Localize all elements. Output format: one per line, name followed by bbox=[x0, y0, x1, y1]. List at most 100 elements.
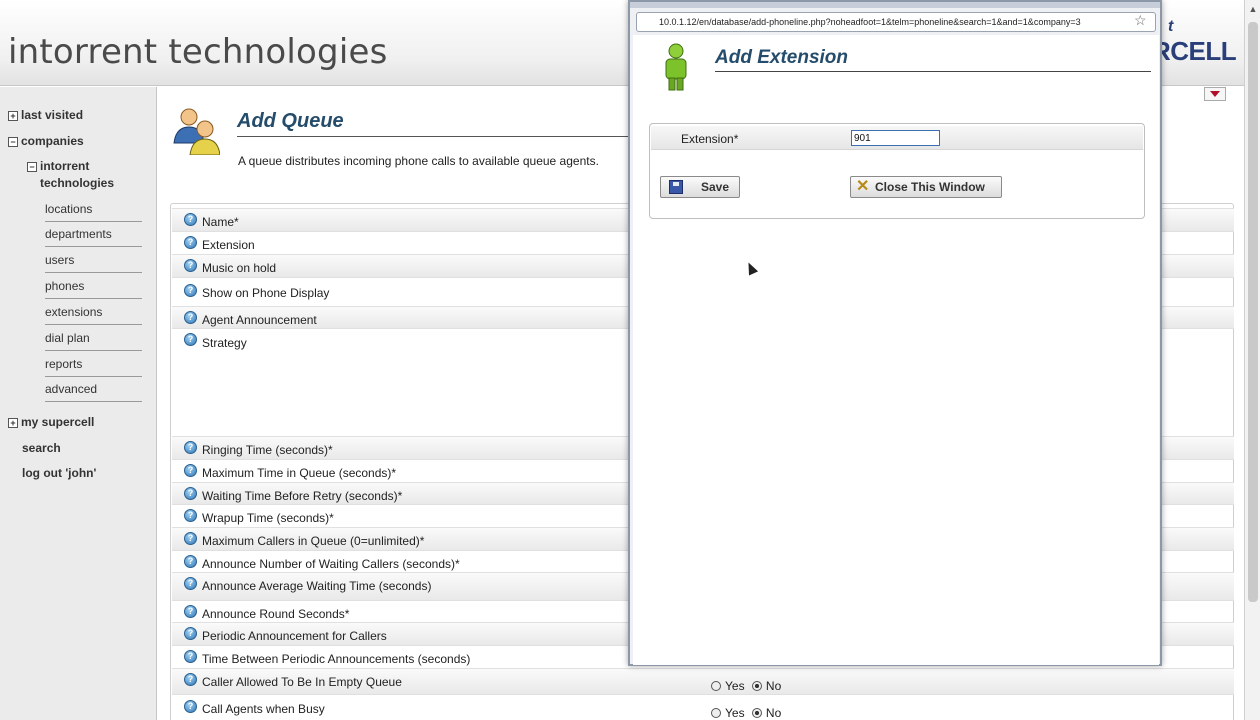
field-label: Call Agents when Busy bbox=[202, 702, 325, 716]
field-label: Ringing Time (seconds)* bbox=[202, 443, 333, 457]
empty-queue-yes-radio[interactable] bbox=[711, 681, 721, 691]
sidebar-item-logout[interactable]: log out 'john' bbox=[22, 466, 96, 480]
save-button-label: Save bbox=[701, 180, 730, 194]
field-label: Music on hold bbox=[202, 261, 277, 275]
radio-label-no: No bbox=[765, 679, 782, 693]
brand-logo-accent: t bbox=[1168, 18, 1173, 35]
sidebar: + last visited − companies − intorrent tech… bbox=[0, 87, 157, 720]
help-icon[interactable]: ? bbox=[184, 627, 197, 640]
help-icon[interactable]: ? bbox=[184, 464, 197, 477]
help-icon[interactable]: ? bbox=[184, 284, 197, 297]
help-icon[interactable]: ? bbox=[184, 236, 197, 249]
bookmark-star-icon[interactable]: ☆ bbox=[1134, 12, 1147, 29]
sidebar-item-companies[interactable]: − companies bbox=[8, 134, 84, 148]
popup-title: Add Extension bbox=[715, 47, 849, 68]
scroll-up-icon[interactable]: ▲ bbox=[1247, 4, 1259, 16]
field-label: Agent Announcement bbox=[202, 313, 317, 327]
sidebar-item-label: last visited bbox=[21, 108, 84, 122]
scrollbar-thumb[interactable] bbox=[1248, 22, 1258, 602]
sidebar-item-locations[interactable]: locations bbox=[45, 202, 142, 222]
field-label: Caller Allowed To Be In Empty Queue bbox=[202, 675, 402, 689]
field-label: Announce Number of Waiting Callers (seco… bbox=[202, 557, 460, 571]
collapse-icon[interactable]: − bbox=[27, 162, 37, 172]
field-label: Time Between Periodic Announcements (sec… bbox=[202, 652, 471, 666]
help-icon[interactable]: ? bbox=[184, 509, 197, 522]
radio-label-yes: Yes bbox=[725, 706, 745, 720]
company-title: intorrent technologies bbox=[8, 32, 388, 72]
sidebar-item-label: my supercell bbox=[21, 415, 95, 429]
sidebar-item-search[interactable]: search bbox=[22, 441, 61, 455]
extension-label: Extension* bbox=[681, 132, 739, 146]
expand-icon[interactable]: + bbox=[8, 111, 18, 121]
help-icon[interactable]: ? bbox=[184, 673, 197, 686]
field-label: Wrapup Time (seconds)* bbox=[202, 511, 334, 525]
empty-queue-no-radio[interactable] bbox=[751, 681, 762, 691]
agents-busy-yes-radio[interactable] bbox=[711, 708, 721, 718]
close-icon: ✕ bbox=[856, 178, 870, 195]
help-icon[interactable]: ? bbox=[184, 577, 197, 590]
page-scrollbar[interactable]: ▲ bbox=[1244, 0, 1260, 720]
extension-form-row: Extension* bbox=[651, 126, 1143, 150]
sidebar-item-extensions[interactable]: extensions bbox=[45, 305, 142, 325]
sidebar-item-label: companies bbox=[21, 134, 84, 148]
field-label: Maximum Callers in Queue (0=unlimited)* bbox=[202, 534, 425, 548]
help-icon[interactable]: ? bbox=[184, 650, 197, 663]
brand-logo: t RCELL bbox=[1152, 18, 1237, 67]
help-icon[interactable]: ? bbox=[184, 441, 197, 454]
help-icon[interactable]: ? bbox=[184, 213, 197, 226]
brand-logo-text: RCELL bbox=[1152, 36, 1237, 66]
help-icon[interactable]: ? bbox=[184, 532, 197, 545]
help-icon[interactable]: ? bbox=[184, 333, 197, 346]
extension-form: Extension* Save ✕ Close This Window bbox=[649, 123, 1145, 276]
extension-person-icon bbox=[665, 43, 687, 91]
form-row-call-agents-when-busy: ? Call Agents when Busy Yes No bbox=[172, 694, 1234, 720]
popup-url-bar[interactable]: 10.0.1.12/en/database/add-phoneline.php?… bbox=[636, 12, 1156, 32]
help-icon[interactable]: ? bbox=[184, 259, 197, 272]
field-label: Name* bbox=[202, 215, 239, 229]
empty-queue-radio-group: Yes No bbox=[707, 679, 781, 693]
collapse-icon[interactable]: − bbox=[8, 137, 18, 147]
agents-busy-no-radio[interactable] bbox=[751, 708, 762, 718]
form-row-caller-allowed-empty-queue: ? Caller Allowed To Be In Empty Queue Ye… bbox=[172, 668, 1234, 694]
help-icon[interactable]: ? bbox=[184, 487, 197, 500]
radio-label-yes: Yes bbox=[725, 679, 745, 693]
popup-titlebar[interactable] bbox=[630, 2, 1160, 8]
sidebar-company-name-line1: intorrent bbox=[40, 159, 90, 173]
dropdown-toggle[interactable] bbox=[1204, 87, 1226, 101]
sidebar-item-reports[interactable]: reports bbox=[45, 357, 142, 377]
sidebar-item-departments[interactable]: departments bbox=[45, 227, 142, 247]
help-icon[interactable]: ? bbox=[184, 700, 197, 713]
field-label: Announce Average Waiting Time (seconds) bbox=[202, 579, 432, 593]
expand-icon[interactable]: + bbox=[8, 418, 18, 428]
sidebar-company-name-line2: technologies bbox=[40, 176, 115, 190]
help-icon[interactable]: ? bbox=[184, 311, 197, 324]
sidebar-item-company[interactable]: − intorrent technologies bbox=[27, 158, 114, 192]
extension-input[interactable] bbox=[851, 130, 940, 146]
chevron-down-icon bbox=[1210, 91, 1220, 97]
field-label: Strategy bbox=[202, 336, 247, 350]
help-icon[interactable]: ? bbox=[184, 605, 197, 618]
sidebar-item-phones[interactable]: phones bbox=[45, 279, 142, 299]
agents-busy-radio-group: Yes No bbox=[707, 706, 781, 720]
radio-label-no: No bbox=[765, 706, 782, 720]
popup-body: Add Extension Extension* Save ✕ Close Th… bbox=[633, 35, 1159, 665]
field-label: Maximum Time in Queue (seconds)* bbox=[202, 466, 397, 480]
sidebar-item-last-visited[interactable]: + last visited bbox=[8, 108, 83, 122]
sidebar-item-users[interactable]: users bbox=[45, 253, 142, 273]
sidebar-item-dial-plan[interactable]: dial plan bbox=[45, 331, 142, 351]
close-button-label: Close This Window bbox=[875, 180, 985, 194]
close-window-button[interactable]: ✕ Close This Window bbox=[850, 176, 1002, 198]
queue-users-icon bbox=[173, 108, 220, 155]
save-button[interactable]: Save bbox=[660, 176, 740, 198]
field-label: Show on Phone Display bbox=[202, 286, 330, 300]
sidebar-item-advanced[interactable]: advanced bbox=[45, 382, 142, 402]
help-icon[interactable]: ? bbox=[184, 555, 197, 568]
add-extension-popup: 10.0.1.12/en/database/add-phoneline.php?… bbox=[628, 0, 1162, 666]
popup-title-divider bbox=[715, 71, 1151, 72]
sidebar-item-my-supercell[interactable]: + my supercell bbox=[8, 415, 94, 429]
field-label: Periodic Announcement for Callers bbox=[202, 629, 387, 643]
field-label: Announce Round Seconds* bbox=[202, 607, 350, 621]
field-label: Extension bbox=[202, 238, 255, 252]
field-label: Waiting Time Before Retry (seconds)* bbox=[202, 489, 403, 503]
floppy-disk-icon bbox=[669, 180, 683, 194]
